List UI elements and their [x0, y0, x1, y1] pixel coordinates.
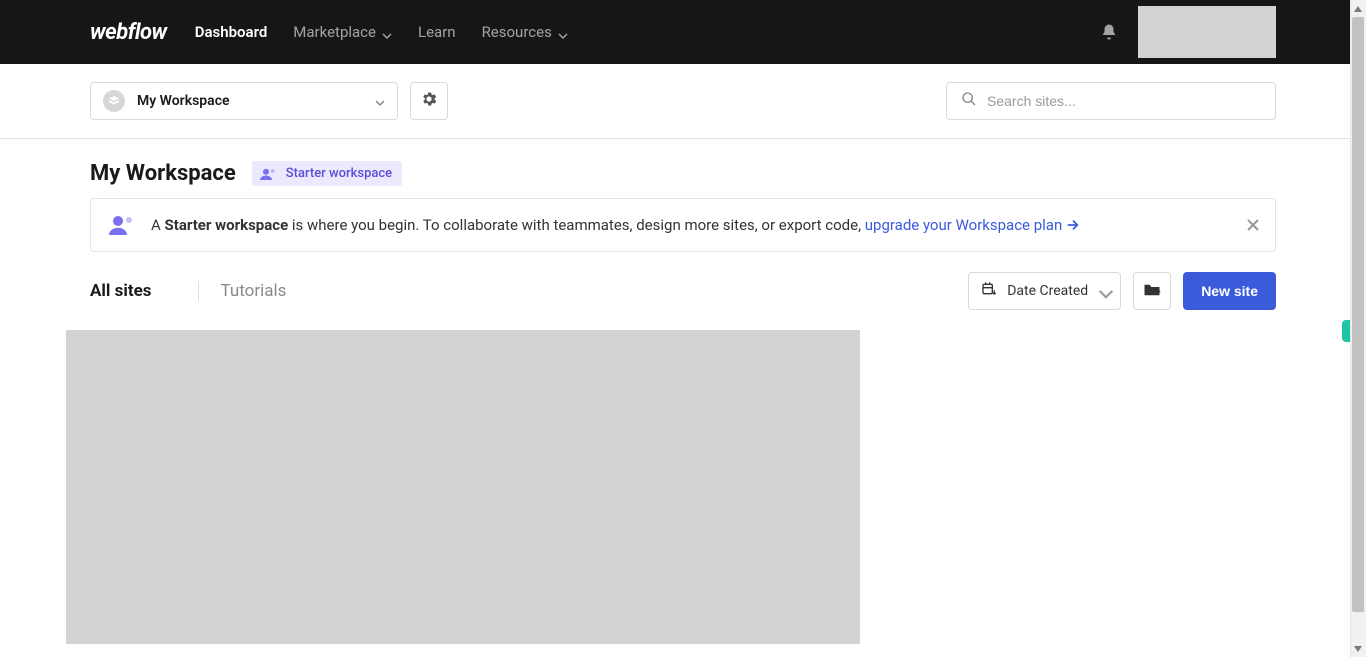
upgrade-link[interactable]: upgrade your Workspace plan [865, 216, 1081, 234]
search-input[interactable] [987, 93, 1261, 109]
banner-text: A Starter workspace is where you begin. … [151, 216, 1080, 234]
banner-prefix: A [151, 216, 165, 234]
banner-wrap: A Starter workspace is where you begin. … [0, 198, 1366, 252]
chevron-down-icon [558, 27, 568, 37]
chevron-down-icon [375, 96, 385, 106]
search-icon [961, 91, 977, 111]
scrollbar[interactable] [1350, 0, 1366, 657]
tabs: All sites Tutorials [90, 281, 308, 301]
nav-learn-label: Learn [418, 23, 456, 41]
site-card[interactable] [66, 330, 860, 644]
tab-tutorials[interactable]: Tutorials [198, 281, 309, 301]
search-box[interactable] [946, 82, 1276, 120]
arrow-right-icon [1066, 218, 1080, 232]
nav-marketplace-label: Marketplace [293, 23, 376, 41]
brand-logo[interactable]: webflow [90, 20, 167, 45]
workspace-selector[interactable]: My Workspace [90, 82, 398, 120]
folder-plus-icon [1143, 282, 1161, 301]
sort-label: Date Created [1007, 283, 1088, 299]
workspace-icon [103, 90, 125, 112]
nav-learn[interactable]: Learn [418, 23, 456, 41]
sub-bar-left: My Workspace [90, 82, 448, 120]
top-nav: webflow Dashboard Marketplace Learn Reso… [0, 0, 1366, 64]
scroll-up-button[interactable] [1350, 0, 1366, 17]
new-site-button[interactable]: New site [1183, 272, 1276, 310]
banner-strong: Starter workspace [165, 216, 289, 234]
sub-bar: My Workspace [0, 64, 1366, 139]
new-folder-button[interactable] [1133, 272, 1171, 310]
scrollbar-thumb[interactable] [1352, 17, 1364, 612]
upgrade-link-label: upgrade your Workspace plan [865, 216, 1063, 234]
scroll-down-button[interactable] [1350, 640, 1366, 657]
top-nav-right [1100, 6, 1276, 58]
banner-middle: is where you begin. To collaborate with … [288, 216, 865, 234]
account-menu[interactable] [1138, 6, 1276, 58]
bell-icon[interactable] [1100, 23, 1118, 41]
page-title: My Workspace [90, 161, 236, 186]
settings-button[interactable] [410, 82, 448, 120]
nav-links: Dashboard Marketplace Learn Resources [195, 23, 568, 41]
actions: Date Created New site [968, 272, 1276, 310]
nav-resources[interactable]: Resources [482, 23, 568, 41]
nav-dashboard[interactable]: Dashboard [195, 23, 268, 41]
starter-banner: A Starter workspace is where you begin. … [90, 198, 1276, 252]
chevron-down-icon [382, 27, 392, 37]
gear-icon [420, 90, 438, 112]
feedback-tab[interactable] [1342, 320, 1350, 342]
plan-badge[interactable]: Starter workspace [252, 161, 402, 186]
nav-marketplace[interactable]: Marketplace [293, 23, 392, 41]
people-icon [109, 215, 135, 235]
close-icon [1245, 219, 1261, 237]
close-banner-button[interactable] [1245, 217, 1261, 233]
sort-button[interactable]: Date Created [968, 272, 1121, 310]
controls-row: All sites Tutorials Date Created New sit… [0, 252, 1366, 324]
nav-dashboard-label: Dashboard [195, 23, 268, 41]
tab-all-sites[interactable]: All sites [90, 281, 174, 301]
sites-grid [0, 324, 1366, 644]
title-row: My Workspace Starter workspace [0, 139, 1366, 198]
chevron-down-icon [1098, 286, 1108, 296]
nav-resources-label: Resources [482, 23, 552, 41]
calendar-sort-icon [981, 281, 997, 301]
workspace-name: My Workspace [137, 93, 230, 109]
people-icon [260, 168, 278, 180]
plan-badge-label: Starter workspace [286, 166, 392, 181]
